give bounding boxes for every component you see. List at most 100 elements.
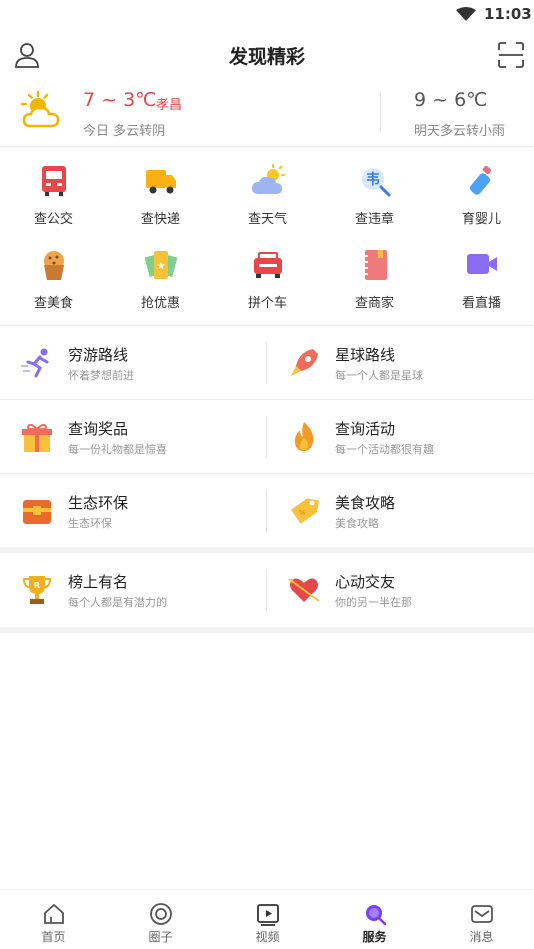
gift-icon: [22, 423, 52, 452]
card-dating[interactable]: 心动交友 你的另一半在那: [267, 553, 534, 627]
grid-label: 查美食: [33, 296, 73, 311]
service-search-icon: [365, 905, 386, 926]
section-gap: [0, 627, 534, 633]
notebook-icon: [362, 250, 387, 280]
card-budget-travel[interactable]: 穷游路线 怀着梦想前进: [0, 326, 267, 400]
baby-bottle-icon: [469, 165, 491, 195]
nav-label: 首页: [41, 930, 66, 944]
today-weather-desc: 今日 多云转阴: [83, 124, 166, 139]
scan-button[interactable]: [496, 40, 526, 70]
weather-icon: [251, 164, 285, 194]
bottom-nav: 首页 圈子 视频 服务 消息: [0, 889, 534, 949]
nav-label: 消息: [469, 930, 494, 944]
card-ranking[interactable]: R 榜上有名 每个人都是有潜力的: [0, 553, 267, 627]
card-subtitle: 怀着梦想前进: [68, 369, 134, 382]
nav-label: 服务: [362, 930, 387, 944]
card-title: 穷游路线: [68, 346, 129, 364]
bus-icon: [41, 166, 66, 196]
wifi-icon: [456, 7, 476, 21]
grid-label: 查天气: [247, 212, 287, 227]
violation-icon: 韦: [361, 168, 390, 197]
grid-label: 抢优惠: [140, 296, 180, 311]
svg-text:R: R: [34, 581, 40, 590]
grid-item-coupon[interactable]: ★ 抢优惠: [107, 248, 214, 328]
grid-item-live[interactable]: 看直播: [428, 248, 534, 328]
card-food-guide[interactable]: % 美食攻略 美食攻略: [267, 474, 534, 548]
grid-label: 查快递: [140, 212, 180, 227]
grid-item-bus[interactable]: 查公交: [0, 164, 107, 244]
svg-text:★: ★: [156, 261, 165, 272]
tomorrow-weather-desc: 明天多云转小雨: [414, 124, 506, 139]
card-subtitle: 每一份礼物都是惊喜: [68, 443, 167, 456]
scan-icon: [498, 42, 524, 68]
muffin-icon: [43, 251, 64, 280]
card-subtitle: 美食攻略: [335, 517, 379, 530]
grid-item-carpool[interactable]: 拼个车: [214, 248, 321, 328]
grid-label: 拼个车: [247, 296, 287, 311]
card-subtitle: 你的另一半在那: [335, 596, 412, 609]
header: 发现精彩: [0, 30, 534, 80]
grid-item-weather[interactable]: 查天气: [214, 164, 321, 244]
treasure-chest-icon: [23, 500, 51, 524]
tomorrow-temperature: 9 ~ 6℃: [414, 89, 488, 111]
card-title: 心动交友: [335, 573, 396, 591]
card-row: R 榜上有名 每个人都是有潜力的 心动交友 你的另一半在那: [0, 553, 534, 627]
partly-cloudy-icon: [20, 90, 60, 128]
card-query-activity[interactable]: 查询活动 每一个活动都很有趣: [267, 400, 534, 474]
grid-item-merchant[interactable]: 查商家: [321, 248, 428, 328]
card-title: 美食攻略: [335, 494, 396, 512]
today-temperature: 7 ~ 3℃: [83, 89, 157, 111]
grid-label: 查商家: [354, 296, 394, 311]
status-time: 11:03: [484, 5, 532, 23]
card-subtitle: 每个人都是有潜力的: [68, 596, 167, 609]
card-subtitle: 生态环保: [68, 517, 112, 530]
mail-icon: [470, 905, 493, 923]
video-camera-icon: [466, 254, 497, 274]
nav-item-service[interactable]: 服务: [321, 890, 428, 949]
weather-panel[interactable]: 7 ~ 3℃ 孝昌 今日 多云转阴 9 ~ 6℃ 明天多云转小雨: [0, 80, 534, 146]
coupon-icon: ★: [144, 251, 177, 279]
runner-icon: [21, 348, 49, 378]
card-eco[interactable]: 生态环保 生态环保: [0, 474, 267, 548]
grid-label: 育婴儿: [461, 212, 501, 227]
card-title: 查询活动: [335, 420, 396, 438]
trophy-icon: R: [22, 576, 52, 604]
nav-label: 圈子: [148, 930, 173, 944]
weather-divider: [380, 92, 381, 132]
grid-item-violation[interactable]: 韦 查违章: [321, 164, 428, 244]
card-star-route[interactable]: 星球路线 每一个人都是星球: [267, 326, 534, 400]
svg-text:韦: 韦: [366, 172, 380, 188]
page-title: 发现精彩: [228, 46, 305, 68]
card-title: 生态环保: [68, 494, 129, 512]
grid-label: 查公交: [33, 212, 73, 227]
card-subtitle: 每一个人都是星球: [335, 369, 423, 382]
nav-item-video[interactable]: 视频: [214, 890, 321, 949]
nav-item-message[interactable]: 消息: [428, 890, 534, 949]
grid-item-baby[interactable]: 育婴儿: [428, 164, 534, 244]
nav-item-home[interactable]: 首页: [0, 890, 107, 949]
card-title: 查询奖品: [68, 420, 129, 438]
card-title: 榜上有名: [68, 573, 129, 591]
card-row: 生态环保 生态环保 % 美食攻略 美食攻略: [0, 474, 534, 548]
nav-item-circle[interactable]: 圈子: [107, 890, 214, 949]
card-row: 穷游路线 怀着梦想前进 星球路线 每一个人都是星球: [0, 326, 534, 400]
divider: [0, 146, 534, 147]
truck-icon: [145, 170, 176, 194]
card-query-prize[interactable]: 查询奖品 每一份礼物都是惊喜: [0, 400, 267, 474]
heart-arrow-icon: [288, 578, 320, 602]
play-icon: [256, 904, 279, 926]
app-root: 11:03 发现精彩 7 ~ 3℃ 孝昌 今日 多云转阴 9 ~ 6℃ 明天多云…: [0, 0, 534, 949]
circle-icon: [149, 903, 172, 925]
nav-label: 视频: [255, 930, 280, 944]
card-title: 星球路线: [335, 346, 396, 364]
svg-text:%: %: [299, 509, 306, 517]
car-icon: [253, 252, 282, 278]
grid-item-express[interactable]: 查快递: [107, 164, 214, 244]
grid-item-food[interactable]: 查美食: [0, 248, 107, 328]
grid-label: 看直播: [461, 296, 501, 311]
rocket-icon: [291, 349, 318, 376]
card-subtitle: 每一个活动都很有趣: [335, 443, 434, 456]
card-row: 查询奖品 每一份礼物都是惊喜 查询活动 每一个活动都很有趣: [0, 400, 534, 474]
home-icon: [43, 903, 64, 924]
flame-icon: [294, 422, 314, 451]
